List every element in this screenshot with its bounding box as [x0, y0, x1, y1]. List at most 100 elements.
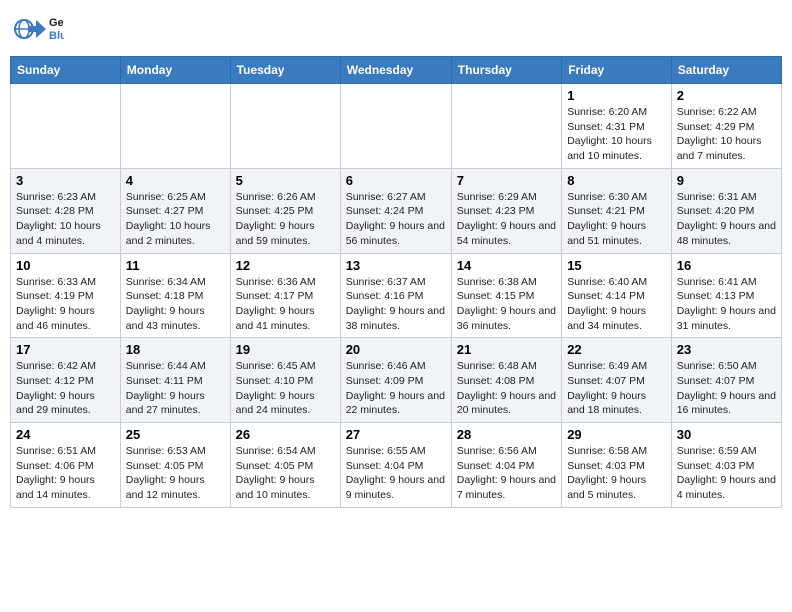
calendar-row: 17Sunrise: 6:42 AM Sunset: 4:12 PM Dayli… — [11, 338, 782, 423]
weekday-header-monday: Monday — [120, 57, 230, 84]
weekday-header-wednesday: Wednesday — [340, 57, 451, 84]
day-info: Sunrise: 6:38 AM Sunset: 4:15 PM Dayligh… — [457, 275, 556, 334]
day-info: Sunrise: 6:58 AM Sunset: 4:03 PM Dayligh… — [567, 444, 666, 503]
day-info: Sunrise: 6:23 AM Sunset: 4:28 PM Dayligh… — [16, 190, 115, 249]
calendar-cell: 10 Sunrise: 6:33 AM Sunset: 4:19 PM Dayli… — [11, 253, 121, 338]
day-info: Sunrise: 6:46 AM Sunset: 4:09 PM Dayligh… — [346, 359, 446, 418]
day-number: 30 — [677, 427, 776, 442]
calendar-cell: 5 Sunrise: 6:26 AM Sunset: 4:25 PM Daylig… — [230, 168, 340, 253]
calendar-cell: 11 Sunrise: 6:34 AM Sunset: 4:18 PM Dayli… — [120, 253, 230, 338]
day-info: Sunrise: 6:34 AM Sunset: 4:18 PM Dayligh… — [126, 275, 225, 334]
calendar-cell: 7 Sunrise: 6:29 AM Sunset: 4:23 PM Daylig… — [451, 168, 561, 253]
calendar-cell: 26Sunrise: 6:54 AM Sunset: 4:05 PM Dayli… — [230, 423, 340, 508]
day-info: Sunrise: 6:26 AM Sunset: 4:25 PM Dayligh… — [236, 190, 335, 249]
day-number: 19 — [236, 342, 335, 357]
calendar-cell — [451, 84, 561, 169]
day-number: 10 — [16, 258, 115, 273]
day-number: 5 — [236, 173, 335, 188]
calendar-cell: 3 Sunrise: 6:23 AM Sunset: 4:28 PM Daylig… — [11, 168, 121, 253]
calendar-cell: 6 Sunrise: 6:27 AM Sunset: 4:24 PM Daylig… — [340, 168, 451, 253]
calendar-cell: 2 Sunrise: 6:22 AM Sunset: 4:29 PM Daylig… — [671, 84, 781, 169]
day-number: 29 — [567, 427, 666, 442]
day-info: Sunrise: 6:44 AM Sunset: 4:11 PM Dayligh… — [126, 359, 225, 418]
calendar-cell: 27 Sunrise: 6:55 AM Sunset: 4:04 PM Dayli… — [340, 423, 451, 508]
day-number: 13 — [346, 258, 446, 273]
day-number: 9 — [677, 173, 776, 188]
day-number: 14 — [457, 258, 556, 273]
day-info: Sunrise: 6:45 AM Sunset: 4:10 PM Dayligh… — [236, 359, 335, 418]
day-info: Sunrise: 6:51 AM Sunset: 4:06 PM Dayligh… — [16, 444, 115, 503]
day-info: Sunrise: 6:56 AM Sunset: 4:04 PM Dayligh… — [457, 444, 556, 503]
day-info: Sunrise: 6:53 AM Sunset: 4:05 PM Dayligh… — [126, 444, 225, 503]
day-info: Sunrise: 6:27 AM Sunset: 4:24 PM Dayligh… — [346, 190, 446, 249]
calendar-cell: 4 Sunrise: 6:25 AM Sunset: 4:27 PM Daylig… — [120, 168, 230, 253]
page-header: GeneralBlue — [10, 10, 782, 48]
calendar-cell: 29 Sunrise: 6:58 AM Sunset: 4:03 PM Dayli… — [562, 423, 672, 508]
weekday-header-row: SundayMondayTuesdayWednesdayThursdayFrid… — [11, 57, 782, 84]
calendar-row: 3 Sunrise: 6:23 AM Sunset: 4:28 PM Daylig… — [11, 168, 782, 253]
calendar-cell: 9Sunrise: 6:31 AM Sunset: 4:20 PM Daylig… — [671, 168, 781, 253]
day-number: 4 — [126, 173, 225, 188]
calendar-cell: 17Sunrise: 6:42 AM Sunset: 4:12 PM Dayli… — [11, 338, 121, 423]
calendar-cell: 30 Sunrise: 6:59 AM Sunset: 4:03 PM Dayli… — [671, 423, 781, 508]
calendar-cell: 13 Sunrise: 6:37 AM Sunset: 4:16 PM Dayli… — [340, 253, 451, 338]
day-info: Sunrise: 6:30 AM Sunset: 4:21 PM Dayligh… — [567, 190, 666, 249]
day-info: Sunrise: 6:37 AM Sunset: 4:16 PM Dayligh… — [346, 275, 446, 334]
day-info: Sunrise: 6:25 AM Sunset: 4:27 PM Dayligh… — [126, 190, 225, 249]
day-number: 11 — [126, 258, 225, 273]
day-info: Sunrise: 6:49 AM Sunset: 4:07 PM Dayligh… — [567, 359, 666, 418]
weekday-header-friday: Friday — [562, 57, 672, 84]
day-number: 3 — [16, 173, 115, 188]
calendar-cell — [11, 84, 121, 169]
day-number: 6 — [346, 173, 446, 188]
day-info: Sunrise: 6:33 AM Sunset: 4:19 PM Dayligh… — [16, 275, 115, 334]
day-number: 7 — [457, 173, 556, 188]
day-info: Sunrise: 6:41 AM Sunset: 4:13 PM Dayligh… — [677, 275, 776, 334]
day-info: Sunrise: 6:59 AM Sunset: 4:03 PM Dayligh… — [677, 444, 776, 503]
day-number: 18 — [126, 342, 225, 357]
svg-text:Blue: Blue — [49, 30, 64, 42]
day-number: 27 — [346, 427, 446, 442]
day-info: Sunrise: 6:48 AM Sunset: 4:08 PM Dayligh… — [457, 359, 556, 418]
day-number: 28 — [457, 427, 556, 442]
calendar-cell: 24 Sunrise: 6:51 AM Sunset: 4:06 PM Dayli… — [11, 423, 121, 508]
day-number: 24 — [16, 427, 115, 442]
calendar-cell: 8 Sunrise: 6:30 AM Sunset: 4:21 PM Daylig… — [562, 168, 672, 253]
day-number: 23 — [677, 342, 776, 357]
day-number: 20 — [346, 342, 446, 357]
calendar-cell: 19 Sunrise: 6:45 AM Sunset: 4:10 PM Dayli… — [230, 338, 340, 423]
day-number: 12 — [236, 258, 335, 273]
weekday-header-thursday: Thursday — [451, 57, 561, 84]
calendar-cell: 14 Sunrise: 6:38 AM Sunset: 4:15 PM Dayli… — [451, 253, 561, 338]
calendar-row: 1 Sunrise: 6:20 AM Sunset: 4:31 PM Daylig… — [11, 84, 782, 169]
calendar-cell: 12 Sunrise: 6:36 AM Sunset: 4:17 PM Dayli… — [230, 253, 340, 338]
calendar-cell: 23 Sunrise: 6:50 AM Sunset: 4:07 PM Dayli… — [671, 338, 781, 423]
calendar-cell: 25 Sunrise: 6:53 AM Sunset: 4:05 PM Dayli… — [120, 423, 230, 508]
day-number: 8 — [567, 173, 666, 188]
day-number: 2 — [677, 88, 776, 103]
day-info: Sunrise: 6:20 AM Sunset: 4:31 PM Dayligh… — [567, 105, 666, 164]
calendar-cell: 22Sunrise: 6:49 AM Sunset: 4:07 PM Dayli… — [562, 338, 672, 423]
calendar-cell: 21 Sunrise: 6:48 AM Sunset: 4:08 PM Dayli… — [451, 338, 561, 423]
day-number: 1 — [567, 88, 666, 103]
calendar-row: 10 Sunrise: 6:33 AM Sunset: 4:19 PM Dayli… — [11, 253, 782, 338]
calendar-table: SundayMondayTuesdayWednesdayThursdayFrid… — [10, 56, 782, 508]
day-info: Sunrise: 6:50 AM Sunset: 4:07 PM Dayligh… — [677, 359, 776, 418]
calendar-cell: 1 Sunrise: 6:20 AM Sunset: 4:31 PM Daylig… — [562, 84, 672, 169]
day-number: 15 — [567, 258, 666, 273]
calendar-cell: 16 Sunrise: 6:41 AM Sunset: 4:13 PM Dayli… — [671, 253, 781, 338]
day-info: Sunrise: 6:22 AM Sunset: 4:29 PM Dayligh… — [677, 105, 776, 164]
day-number: 21 — [457, 342, 556, 357]
day-info: Sunrise: 6:55 AM Sunset: 4:04 PM Dayligh… — [346, 444, 446, 503]
calendar-cell — [340, 84, 451, 169]
day-info: Sunrise: 6:54 AM Sunset: 4:05 PM Dayligh… — [236, 444, 335, 503]
day-info: Sunrise: 6:36 AM Sunset: 4:17 PM Dayligh… — [236, 275, 335, 334]
calendar-cell: 15Sunrise: 6:40 AM Sunset: 4:14 PM Dayli… — [562, 253, 672, 338]
weekday-header-tuesday: Tuesday — [230, 57, 340, 84]
day-number: 16 — [677, 258, 776, 273]
logo: GeneralBlue — [14, 10, 64, 48]
calendar-cell — [120, 84, 230, 169]
day-info: Sunrise: 6:29 AM Sunset: 4:23 PM Dayligh… — [457, 190, 556, 249]
day-number: 25 — [126, 427, 225, 442]
svg-text:General: General — [49, 17, 64, 29]
